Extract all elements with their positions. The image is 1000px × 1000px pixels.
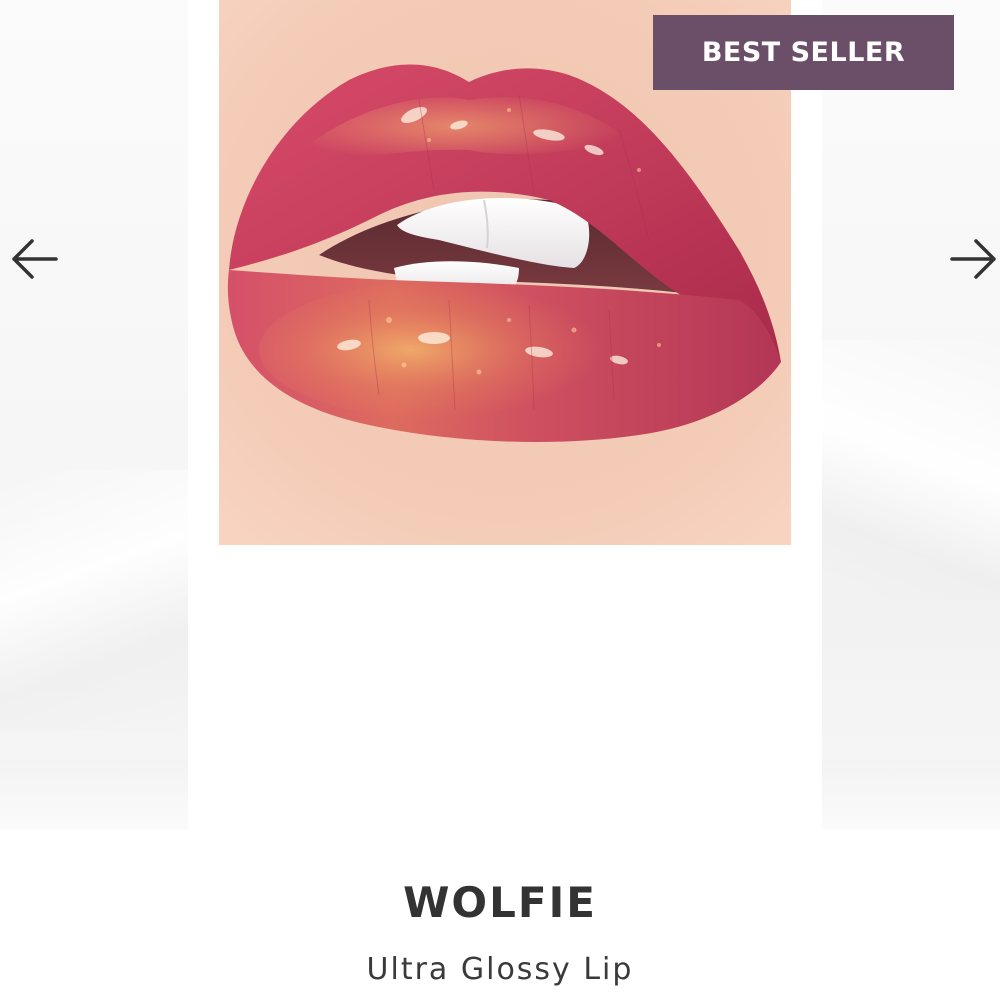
next-slide-preview[interactable]	[822, 0, 1000, 830]
arrow-right-icon	[950, 239, 996, 279]
arrow-left-icon	[12, 239, 58, 279]
product-subtitle: Ultra Glossy Lip	[366, 952, 634, 987]
best-seller-badge: BEST SELLER	[653, 15, 954, 90]
slide-floor	[0, 760, 188, 830]
previous-slide-preview[interactable]	[0, 0, 188, 830]
slide-highlight	[822, 340, 1000, 600]
product-name[interactable]: WOLFIE	[0, 878, 1000, 927]
slide-highlight	[0, 470, 188, 730]
previous-slide-button[interactable]	[10, 236, 60, 282]
next-slide-button[interactable]	[948, 236, 998, 282]
slide-floor	[822, 760, 1000, 830]
product-page: BEST SELLER WOLFIE Ultra Glossy Lip	[0, 0, 1000, 1000]
